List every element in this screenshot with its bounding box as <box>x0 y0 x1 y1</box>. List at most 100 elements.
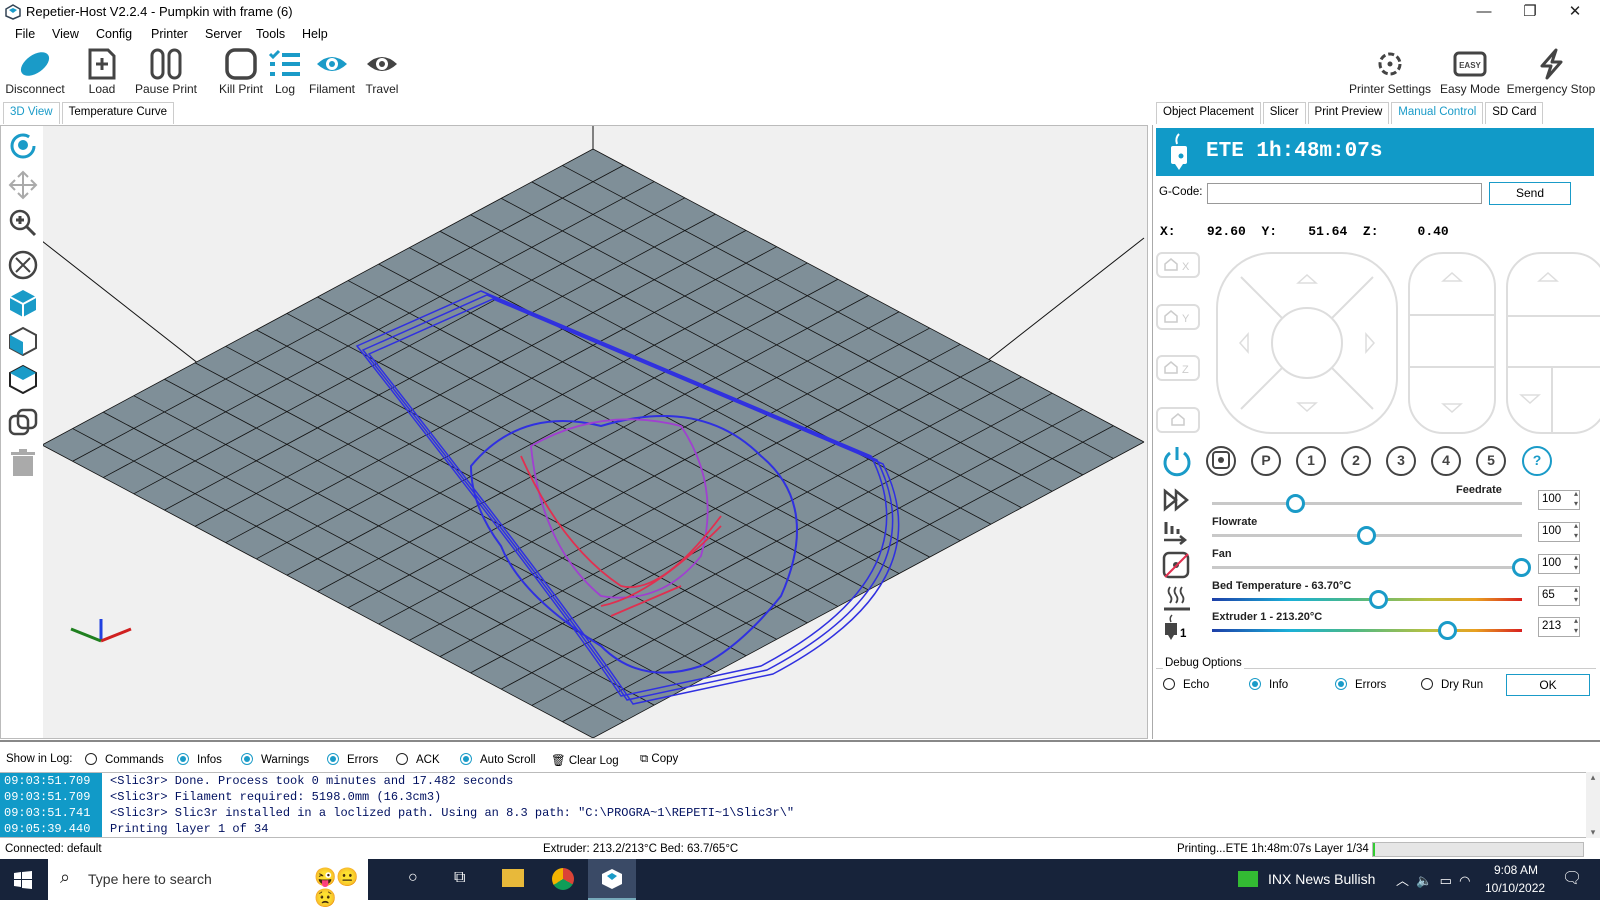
log-auto-scroll[interactable]: Auto Scroll <box>460 753 536 766</box>
filament-button[interactable]: Filament <box>306 48 358 96</box>
slider-knob[interactable] <box>1285 494 1305 513</box>
view-cube-side-icon[interactable] <box>8 326 38 356</box>
restore-button[interactable]: ❐ <box>1508 2 1552 22</box>
disconnect-button[interactable]: Disconnect <box>4 48 66 96</box>
preset-4-button[interactable]: 4 <box>1431 446 1461 476</box>
preset-5-button[interactable]: 5 <box>1476 446 1506 476</box>
menu-printer[interactable]: Printer <box>151 27 188 41</box>
log-commands[interactable]: Commands <box>85 753 164 766</box>
preset-1-button[interactable]: 1 <box>1296 446 1326 476</box>
tab-3d-view[interactable]: 3D View <box>3 102 60 124</box>
rotate-icon[interactable] <box>8 132 38 162</box>
debug-dry-run[interactable]: Dry Run <box>1421 678 1483 691</box>
home-all-button[interactable] <box>1156 407 1200 433</box>
trash-icon[interactable] <box>8 448 38 478</box>
slider-value-input[interactable]: 100 <box>1538 553 1580 574</box>
easy-mode-button[interactable]: EASY Easy Mode <box>1438 48 1502 96</box>
slider-value-input[interactable]: 100 <box>1538 521 1580 542</box>
windows-start-icon[interactable] <box>14 871 32 889</box>
debug-echo[interactable]: Echo <box>1163 678 1209 691</box>
gcode-input[interactable] <box>1207 183 1482 204</box>
stepper-off-button[interactable] <box>1206 446 1236 476</box>
clear-log-button[interactable]: 🗑 Clear Log <box>551 753 619 767</box>
pause-print-button[interactable]: Pause Print <box>134 48 198 96</box>
slider-knob[interactable] <box>1437 621 1457 640</box>
cortana-icon[interactable]: ○ <box>408 869 418 887</box>
echo-radio[interactable] <box>1163 678 1175 690</box>
log-warnings[interactable]: Warnings <box>241 753 309 766</box>
search-box[interactable]: ⌕ Type here to search 😜😐😟 <box>48 859 368 908</box>
extruder-jog-pad[interactable] <box>1506 252 1600 434</box>
3d-view-canvas[interactable] <box>0 125 1148 739</box>
menu-file[interactable]: File <box>15 27 35 41</box>
slider-track[interactable] <box>1212 566 1522 569</box>
tab-temperature-curve[interactable]: Temperature Curve <box>61 102 175 124</box>
notification-icon[interactable]: 🗨 <box>1562 868 1582 888</box>
power-icon[interactable] <box>1161 445 1193 477</box>
slider-feedrate: Feedrate 100 <box>1160 484 1600 514</box>
slider-value-input[interactable]: 213 <box>1538 616 1580 637</box>
errors-radio[interactable] <box>1335 678 1347 690</box>
preset-2-button[interactable]: 2 <box>1341 446 1371 476</box>
menu-config[interactable]: Config <box>96 27 132 41</box>
chrome-icon[interactable] <box>552 868 574 890</box>
debug-info[interactable]: Info <box>1249 678 1288 691</box>
z-jog-pad[interactable] <box>1408 252 1496 434</box>
file-explorer-icon[interactable] <box>502 869 524 887</box>
zoom-icon[interactable] <box>8 208 38 238</box>
info-radio[interactable] <box>1249 678 1261 690</box>
view-cube-front-icon[interactable] <box>8 288 38 318</box>
log-errors[interactable]: Errors <box>327 753 378 766</box>
log-ack[interactable]: ACK <box>396 753 440 766</box>
minimize-button[interactable]: — <box>1462 2 1506 22</box>
log-scrollbar[interactable]: ▴ ▾ <box>1586 772 1600 838</box>
parallel-projection-icon[interactable] <box>8 408 38 438</box>
tray-icons[interactable]: ︿ 🔈 ▭ ◠ <box>1396 870 1470 889</box>
task-view-icon[interactable]: ⧉ <box>454 869 465 887</box>
emergency-stop-button[interactable]: Emergency Stop <box>1506 48 1596 96</box>
slider-track[interactable] <box>1212 629 1522 632</box>
kill-print-button[interactable]: Kill Print <box>216 48 266 96</box>
tab-manual-control[interactable]: Manual Control <box>1391 102 1484 124</box>
clock-date[interactable]: 10/10/2022 <box>1485 881 1545 895</box>
log-infos[interactable]: Infos <box>177 753 222 766</box>
tab-sd-card[interactable]: SD Card <box>1485 102 1544 124</box>
slider-track[interactable] <box>1212 502 1522 505</box>
home-y-button[interactable] <box>1156 304 1200 330</box>
slider-value-input[interactable]: 100 <box>1538 489 1580 510</box>
menu-server[interactable]: Server <box>205 27 242 41</box>
home-z-button[interactable] <box>1156 355 1200 381</box>
ok-button[interactable]: OK <box>1506 674 1590 696</box>
slider-knob[interactable] <box>1512 558 1531 577</box>
park-button[interactable]: P <box>1251 446 1281 476</box>
view-cube-top-icon[interactable] <box>8 364 38 394</box>
send-button[interactable]: Send <box>1489 182 1571 205</box>
tab-object-placement[interactable]: Object Placement <box>1156 102 1261 124</box>
copy-button[interactable]: ⧉ Copy <box>640 753 678 766</box>
print-bed-scene[interactable] <box>1 126 1148 739</box>
slider-track[interactable] <box>1212 598 1522 601</box>
debug-errors[interactable]: Errors <box>1335 678 1386 691</box>
travel-button[interactable]: Travel <box>362 48 402 96</box>
menu-help[interactable]: Help <box>302 27 328 41</box>
tab-print-preview[interactable]: Print Preview <box>1307 102 1390 124</box>
slider-knob[interactable] <box>1357 526 1376 545</box>
repetier-taskbar-button[interactable] <box>588 859 636 900</box>
tab-slicer[interactable]: Slicer <box>1262 102 1306 124</box>
printer-settings-button[interactable]: Printer Settings <box>1346 48 1434 96</box>
home-x-button[interactable] <box>1156 252 1200 278</box>
clock-time[interactable]: 9:08 AM <box>1494 863 1538 877</box>
load-button[interactable]: Load <box>84 48 120 96</box>
slider-knob[interactable] <box>1369 590 1389 609</box>
fit-view-icon[interactable] <box>8 250 38 280</box>
move-icon[interactable] <box>8 170 38 200</box>
help-button[interactable]: ? <box>1522 446 1552 476</box>
slider-value-input[interactable]: 65 <box>1538 585 1580 606</box>
menu-tools[interactable]: Tools <box>256 27 285 41</box>
close-button[interactable]: ✕ <box>1553 2 1597 22</box>
log-button[interactable]: Log <box>268 48 302 96</box>
menu-view[interactable]: View <box>52 27 79 41</box>
preset-3-button[interactable]: 3 <box>1386 446 1416 476</box>
stock-ticker[interactable]: INX News Bullish <box>1268 871 1375 887</box>
dry-run-radio[interactable] <box>1421 678 1433 690</box>
